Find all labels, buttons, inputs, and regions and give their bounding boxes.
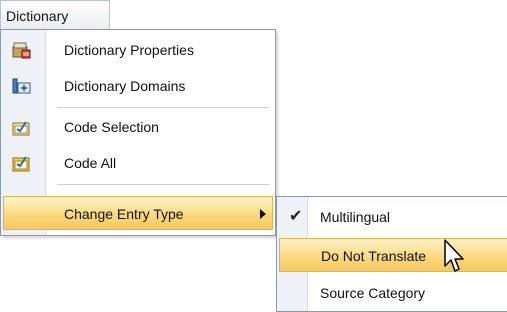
menu-item-label: Code All [64,155,117,171]
menu-item-label: Dictionary Properties [64,42,194,58]
change-entry-type-submenu: ✔ Multilingual Do Not Translate Source C… [276,196,507,312]
submenu-item-source-category[interactable]: Source Category [279,276,507,310]
mouse-pointer-icon [443,238,467,274]
submenu-item-label: Do Not Translate [321,248,427,264]
menu-separator [57,184,269,185]
menu-item-label: Change Entry Type [64,206,184,222]
menu-separator [57,107,269,108]
dictionary-dropdown-menu: Dictionary Properties Dictionary Domains… [0,29,276,236]
dictionary-menu-button[interactable]: Dictionary [0,0,110,30]
dictionary-domains-icon [12,77,31,95]
menu-item-dictionary-properties[interactable]: Dictionary Properties [3,33,273,67]
code-selection-icon [12,118,31,136]
menu-item-change-entry-type[interactable]: Change Entry Type [3,196,273,230]
menu-item-label: Dictionary Domains [64,78,186,94]
submenu-item-label: Multilingual [320,209,391,225]
menu-item-code-all[interactable]: Code All [3,146,273,180]
submenu-item-label: Source Category [320,285,426,301]
code-all-icon [12,154,31,172]
dictionary-properties-icon [12,41,31,59]
menu-item-code-selection[interactable]: Code Selection [3,110,273,144]
submenu-arrow-icon [260,209,266,219]
submenu-item-do-not-translate[interactable]: Do Not Translate [279,238,507,272]
submenu-item-multilingual[interactable]: ✔ Multilingual [279,200,507,234]
menu-item-label: Code Selection [64,119,159,135]
dictionary-menu-label: Dictionary [6,8,69,24]
check-icon: ✔ [289,208,303,225]
menu-item-dictionary-domains[interactable]: Dictionary Domains [3,69,273,103]
